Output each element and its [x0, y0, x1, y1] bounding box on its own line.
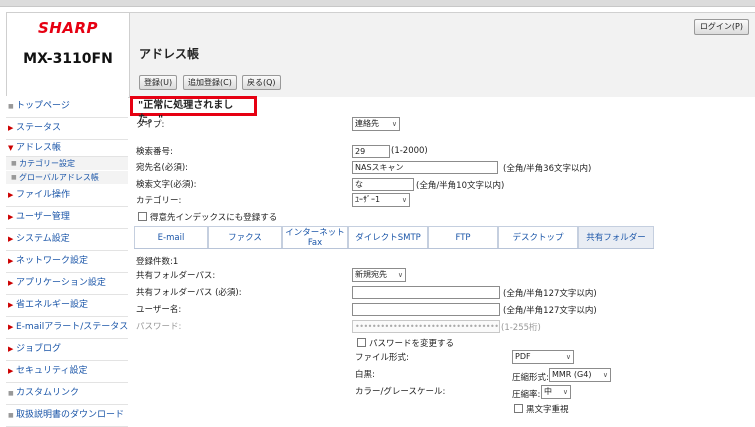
browser-top-strip: [0, 0, 755, 7]
sidebar-item-energy-saving[interactable]: ▶ 省エネルギー設定: [6, 295, 128, 317]
chevron-down-icon: ∨: [602, 371, 608, 379]
shared-folder-path-label: 共有フォルダーパス:: [136, 271, 216, 281]
sharp-logo: SHARP: [37, 19, 98, 37]
search-number-label: 検索番号:: [136, 147, 173, 157]
category-select[interactable]: ﾕｰｻﾞｰ1 ∨: [352, 193, 410, 207]
triangle-right-icon: ▶: [8, 257, 14, 265]
category-label: カテゴリー:: [136, 196, 182, 206]
triangle-right-icon: ▶: [8, 191, 14, 199]
search-char-hint: (全角/半角10文字以内): [416, 181, 505, 191]
sidebar-item-application-settings[interactable]: ▶ アプリケーション設定: [6, 273, 128, 295]
password-input[interactable]: ••••••••••••••••••••••••••••••••••: [352, 320, 500, 333]
tab-ftp[interactable]: FTP: [428, 226, 498, 248]
tab-shared-folder[interactable]: 共有フォルダー: [578, 226, 654, 248]
type-select[interactable]: 連絡先 ∨: [352, 117, 400, 131]
sidebar-item-custom-link[interactable]: ■ カスタムリンク: [6, 383, 128, 405]
destination-name-label: 宛先名(必須):: [136, 163, 188, 173]
triangle-right-icon: ▶: [8, 345, 14, 353]
chevron-down-icon: ∨: [565, 353, 571, 361]
sidebar-item-email-alert-status[interactable]: ▶ E-mailアラート/ステータス: [6, 317, 128, 339]
user-name-hint: (全角/半角127文字以内): [503, 306, 597, 316]
tab-fax[interactable]: ファクス: [208, 226, 282, 248]
search-number-input[interactable]: 29: [352, 145, 390, 158]
back-button[interactable]: 戻る(Q): [242, 75, 281, 90]
sidebar-item-status[interactable]: ▶ ステータス: [6, 118, 128, 140]
chevron-down-icon: ∨: [391, 120, 397, 128]
chevron-down-icon: ∨: [562, 388, 568, 396]
add-register-button[interactable]: 追加登録(C): [183, 75, 237, 90]
sidebar-item-user-management[interactable]: ▶ ユーザー管理: [6, 207, 128, 229]
sidebar-item-address-book[interactable]: ▼ アドレス帳: [6, 140, 128, 157]
file-format-label: ファイル形式:: [355, 353, 409, 363]
triangle-right-icon: ▶: [8, 367, 14, 375]
destination-name-hint: (全角/半角36文字以内): [503, 164, 592, 174]
sidebar-item-top-page[interactable]: ■ トップページ: [6, 96, 128, 118]
login-button[interactable]: ログイン(P): [693, 19, 749, 35]
triangle-right-icon: ▶: [8, 301, 14, 309]
triangle-right-icon: ▶: [8, 124, 14, 132]
shared-folder-path-input[interactable]: [352, 286, 500, 299]
page-header: ログイン(P) アドレス帳 登録(U) 追加登録(C) 戻る(Q): [130, 12, 755, 97]
triangle-right-icon: ▶: [8, 323, 14, 331]
sidebar-item-network-settings[interactable]: ▶ ネットワーク設定: [6, 251, 128, 273]
favorite-index-option[interactable]: 得意先インデックスにも登録する: [138, 211, 277, 223]
file-format-select[interactable]: PDF ∨: [512, 350, 574, 364]
destination-tabs: E-mail ファクス インターネット Fax ダイレクトSMTP FTP デス…: [134, 226, 654, 249]
sidebar-item-global-address-book[interactable]: ■ グローバルアドレス帳: [6, 171, 128, 185]
bullet-icon: ■: [8, 390, 14, 397]
compression-label: 圧縮形式:: [512, 373, 549, 383]
sidebar-item-file-operations[interactable]: ▶ ファイル操作: [6, 185, 128, 207]
tab-direct-smtp[interactable]: ダイレクトSMTP: [348, 226, 428, 248]
compression-select[interactable]: MMR (G4) ∨: [549, 368, 611, 382]
compression-ratio-select[interactable]: 中 ∨: [541, 385, 571, 399]
bullet-icon: ■: [8, 103, 14, 110]
color-grayscale-label: カラー/グレースケール:: [355, 387, 446, 397]
sidebar: ■ トップページ ▶ ステータス ▼ アドレス帳 ■ カテゴリー設定 ■ グローバルアドレ…: [6, 96, 128, 427]
destination-name-input[interactable]: NASスキャン: [352, 161, 498, 174]
registered-count: 登録件数:1: [136, 257, 179, 267]
user-name-input[interactable]: [352, 303, 500, 316]
model-name: MX-3110FN: [23, 51, 113, 67]
triangle-down-icon: ▼: [8, 144, 14, 152]
sidebar-item-job-log[interactable]: ▶ ジョブログ: [6, 339, 128, 361]
logo-panel: SHARP MX-3110FN: [6, 12, 130, 98]
triangle-right-icon: ▶: [8, 279, 14, 287]
shared-folder-path-select[interactable]: 新規宛先 ∨: [352, 268, 406, 282]
register-button[interactable]: 登録(U): [139, 75, 178, 90]
sidebar-item-system-settings[interactable]: ▶ システム設定: [6, 229, 128, 251]
tab-internet-fax[interactable]: インターネット Fax: [282, 226, 348, 248]
tab-desktop[interactable]: デスクトップ: [498, 226, 578, 248]
page-title: アドレス帳: [139, 47, 200, 61]
sidebar-item-manual-download[interactable]: ■ 取扱説明書のダウンロード: [6, 405, 128, 427]
shared-folder-path-required-label: 共有フォルダーパス (必須):: [136, 288, 242, 298]
tab-email[interactable]: E-mail: [134, 226, 208, 248]
sidebar-item-security-settings[interactable]: ▶ セキュリティ設定: [6, 361, 128, 383]
triangle-right-icon: ▶: [8, 235, 14, 243]
favorite-index-checkbox[interactable]: [138, 212, 147, 221]
type-label: タイプ:: [136, 120, 165, 130]
sidebar-item-category-settings[interactable]: ■ カテゴリー設定: [6, 157, 128, 171]
chevron-down-icon: ∨: [397, 271, 403, 279]
black-text-emphasis-option[interactable]: 黒文字重視: [514, 403, 569, 415]
shared-folder-path-hint: (全角/半角127文字以内): [503, 289, 597, 299]
change-password-option[interactable]: パスワードを変更する: [357, 337, 454, 349]
triangle-right-icon: ▶: [8, 213, 14, 221]
search-number-range: (1-2000): [391, 146, 428, 156]
chevron-down-icon: ∨: [401, 196, 407, 204]
search-char-label: 検索文字(必須):: [136, 180, 197, 190]
black-text-emphasis-checkbox[interactable]: [514, 404, 523, 413]
change-password-checkbox[interactable]: [357, 338, 366, 347]
user-name-label: ユーザー名:: [136, 305, 182, 315]
success-message: "正常に処理されました。": [130, 96, 257, 125]
bullet-icon: ■: [11, 174, 17, 181]
password-hint: (1-255桁): [501, 323, 541, 333]
bw-label: 白黒:: [355, 370, 375, 380]
compression-ratio-label: 圧縮率:: [512, 390, 541, 400]
search-char-input[interactable]: な: [352, 178, 414, 191]
bullet-icon: ■: [11, 160, 17, 167]
password-label: パスワード:: [136, 322, 182, 332]
